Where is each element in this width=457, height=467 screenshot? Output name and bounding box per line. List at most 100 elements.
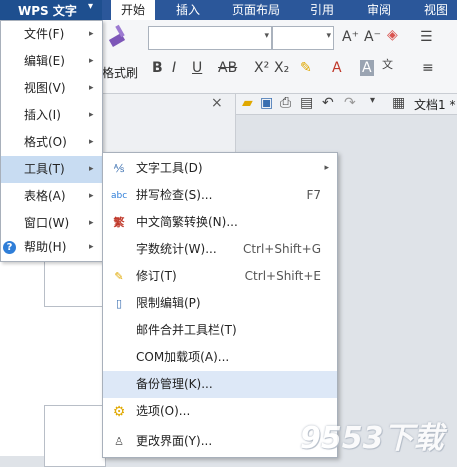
menu-item-label: 插入(I)	[24, 108, 61, 122]
chevron-down-icon: ▾	[326, 31, 331, 41]
chevron-right-icon: ▸	[89, 29, 94, 39]
menu-item-label: 编辑(E)	[24, 54, 65, 68]
menu-item-help[interactable]: ? 帮助(H) ▸	[1, 234, 102, 261]
menu-item-label: 表格(A)	[24, 189, 66, 203]
spell-check-icon: abc	[111, 191, 128, 201]
phonetic-guide-icon[interactable]: 文	[382, 56, 393, 72]
tab-view[interactable]: 视图	[416, 0, 456, 20]
menu-item-edit[interactable]: 编辑(E) ▸	[1, 48, 102, 75]
title-tab-bar: WPS 文字 ▾ 开始 插入 页面布局 引用 审阅 视图	[0, 0, 457, 20]
grow-font-icon[interactable]: A⁺	[342, 29, 359, 45]
chevron-down-icon: ▾	[88, 1, 94, 12]
menu-item-label: 窗口(W)	[24, 216, 70, 230]
submenu-item-label: 限制编辑(P)	[136, 296, 201, 310]
strikethrough-icon[interactable]: AB	[218, 60, 237, 76]
chevron-down-icon: ▾	[264, 31, 269, 41]
document-icon: ▦	[392, 95, 406, 111]
submenu-item-label: 拼写检查(S)...	[136, 188, 213, 202]
chinese-convert-icon: 繁	[113, 216, 125, 229]
shortcut-label: Ctrl+Shift+G	[242, 242, 321, 256]
submenu-item-restrict-edit[interactable]: ▯ 限制编辑(P)	[103, 290, 337, 317]
ribbon: 格式刷 ▾ ▾ A⁺ A⁻ ◈ ☰ B I U AB X² X₂ ✎ A A 文…	[102, 20, 457, 94]
print-icon[interactable]: ⎙	[280, 95, 291, 111]
menu-item-label: 帮助(H)	[24, 240, 67, 254]
submenu-item-label: COM加载项(A)...	[136, 350, 230, 364]
tab-start[interactable]: 开始	[111, 0, 155, 20]
shortcut-label: F7	[306, 188, 321, 202]
shortcut-label: Ctrl+Shift+E	[244, 269, 321, 283]
tab-page-layout[interactable]: 页面布局	[224, 0, 288, 20]
chevron-right-icon: ▸	[89, 137, 94, 147]
submenu-item-com-addins[interactable]: COM加载项(A)...	[103, 344, 337, 371]
italic-icon[interactable]: I	[172, 60, 176, 76]
submenu-item-label: 修订(T)	[136, 269, 177, 283]
submenu-item-revision[interactable]: ✎ 修订(T) Ctrl+Shift+E	[103, 263, 337, 290]
tab-insert[interactable]: 插入	[168, 0, 208, 20]
char-shading-icon[interactable]: A	[360, 60, 374, 76]
redo-icon[interactable]: ↷	[344, 95, 356, 111]
chevron-right-icon: ▸	[89, 56, 94, 66]
chevron-right-icon: ▸	[89, 83, 94, 93]
submenu-item-label: 备份管理(K)...	[136, 377, 213, 391]
bold-icon[interactable]: B	[152, 60, 163, 76]
document-tab-title[interactable]: 文档1 *	[414, 96, 455, 113]
subscript-icon[interactable]: X₂	[274, 60, 289, 76]
chevron-right-icon: ▸	[89, 218, 94, 228]
menu-item-label: 工具(T)	[24, 162, 65, 176]
font-color-icon[interactable]: A	[332, 60, 342, 76]
shrink-font-icon[interactable]: A⁻	[364, 29, 381, 45]
align-left-icon[interactable]: ≡	[422, 60, 434, 76]
help-icon: ?	[3, 241, 16, 254]
menu-item-label: 视图(V)	[24, 81, 66, 95]
undo-icon[interactable]: ↶	[322, 95, 334, 111]
menu-item-label: 格式(O)	[24, 135, 67, 149]
print-preview-icon[interactable]: ▤	[300, 95, 313, 111]
revision-icon: ✎	[114, 270, 124, 283]
menu-item-label: 文件(F)	[24, 27, 65, 41]
chevron-down-icon[interactable]: ▾	[370, 95, 375, 106]
submenu-item-label: 邮件合并工具栏(T)	[136, 323, 237, 337]
tab-references[interactable]: 引用	[302, 0, 342, 20]
options-gear-icon: ⚙	[112, 404, 126, 420]
superscript-icon[interactable]: X²	[254, 60, 269, 76]
document-page	[44, 405, 106, 467]
submenu-item-mail-merge[interactable]: 邮件合并工具栏(T)	[103, 317, 337, 344]
font-name-select[interactable]: ▾	[148, 26, 272, 50]
menu-item-window[interactable]: 窗口(W) ▸	[1, 210, 102, 237]
restrict-edit-icon: ▯	[115, 297, 123, 310]
change-ui-icon: ♙	[114, 435, 124, 448]
submenu-item-word-count[interactable]: 字数统计(W)... Ctrl+Shift+G	[103, 236, 337, 263]
site-watermark: 9553下载	[300, 421, 444, 456]
underline-icon[interactable]: U	[192, 60, 202, 76]
wps-main-menu: 文件(F) ▸ 编辑(E) ▸ 视图(V) ▸ 插入(I) ▸ 格式(O) ▸ …	[0, 20, 103, 262]
open-folder-icon[interactable]: ▰	[242, 95, 253, 111]
format-brush-label[interactable]: 格式刷	[102, 64, 138, 81]
menu-item-table[interactable]: 表格(A) ▸	[1, 183, 102, 210]
text-tools-icon: ⅍	[113, 162, 125, 175]
menu-item-file[interactable]: 文件(F) ▸	[1, 21, 102, 48]
font-size-select[interactable]: ▾	[272, 26, 334, 50]
menu-item-format[interactable]: 格式(O) ▸	[1, 129, 102, 156]
bullet-list-icon[interactable]: ☰	[420, 29, 433, 45]
chevron-right-icon: ▸	[89, 164, 94, 174]
submenu-item-label: 文字工具(D)	[136, 161, 203, 175]
menu-item-tools[interactable]: 工具(T) ▸	[1, 156, 102, 183]
chevron-right-icon: ▸	[89, 110, 94, 120]
submenu-item-backup-manager[interactable]: 备份管理(K)...	[103, 371, 337, 398]
tab-review[interactable]: 审阅	[359, 0, 399, 20]
close-icon[interactable]: ×	[211, 95, 223, 111]
wps-menu-button[interactable]: WPS 文字 ▾	[0, 0, 102, 20]
highlight-icon[interactable]: ✎	[300, 60, 312, 76]
document-page	[44, 260, 106, 307]
chevron-right-icon: ▸	[89, 191, 94, 201]
menu-item-view[interactable]: 视图(V) ▸	[1, 75, 102, 102]
format-brush-icon[interactable]	[104, 22, 132, 50]
submenu-item-text-tools[interactable]: ⅍ 文字工具(D) ▸	[103, 155, 337, 182]
chevron-right-icon: ▸	[324, 163, 329, 173]
submenu-item-label: 中文简繁转换(N)...	[136, 215, 238, 229]
submenu-item-chinese-convert[interactable]: 繁 中文简繁转换(N)...	[103, 209, 337, 236]
save-icon[interactable]: ▣	[260, 95, 273, 111]
clear-format-icon[interactable]: ◈	[387, 27, 398, 43]
submenu-item-spell-check[interactable]: abc 拼写检查(S)... F7	[103, 182, 337, 209]
menu-item-insert[interactable]: 插入(I) ▸	[1, 102, 102, 129]
